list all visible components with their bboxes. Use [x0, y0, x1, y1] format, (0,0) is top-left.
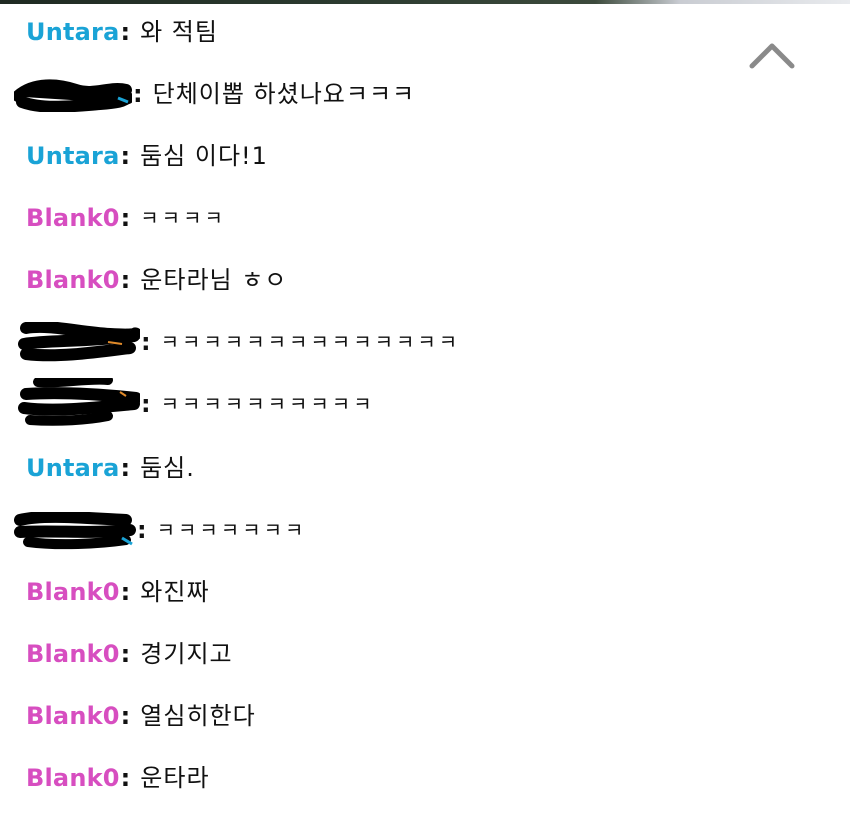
chat-message: Blank0 : 운타라님 ㅎㅇ [26, 262, 287, 298]
colon-separator: : [137, 516, 147, 544]
colon-separator: : [120, 578, 131, 606]
chat-message: Untara : 둠심 이다!1 [26, 138, 268, 174]
chat-message: Blank0 : 운타라 [26, 760, 210, 796]
redaction-scribble [14, 512, 136, 550]
message-text: 둠심 이다!1 [140, 142, 268, 170]
chat-list: Untara : 와 적팀 : 단체이뽑 하셨나요ㅋㅋㅋ Untara : 둠심… [0, 0, 850, 816]
chat-message: : ㅋㅋㅋㅋㅋㅋㅋㅋㅋㅋ [18, 378, 375, 426]
message-text: 둠심. [140, 454, 195, 482]
username[interactable]: Untara [26, 450, 119, 486]
chat-message: Blank0 : 와진짜 [26, 574, 210, 610]
colon-separator: : [120, 266, 131, 294]
colon-separator: : [120, 764, 131, 792]
message-text: 경기지고 [140, 640, 233, 668]
message-text: ㅋㅋㅋㅋ [140, 206, 226, 230]
redaction-scribble [18, 378, 140, 426]
message-text: ㅋㅋㅋㅋㅋㅋㅋ [156, 518, 307, 542]
chat-message: : ㅋㅋㅋㅋㅋㅋㅋ [14, 512, 307, 550]
colon-separator: : [133, 80, 143, 108]
message-text: 와진짜 [140, 578, 210, 606]
username[interactable]: Untara [26, 138, 119, 174]
username[interactable]: Blank0 [26, 698, 120, 734]
message-text: 운타라님 ㅎㅇ [140, 266, 288, 294]
redacted-username [18, 322, 140, 362]
colon-separator: : [141, 390, 151, 418]
colon-separator: : [120, 640, 131, 668]
username[interactable]: Blank0 [26, 574, 120, 610]
message-text: 운타라 [140, 764, 210, 792]
chat-message: Untara : 둠심. [26, 450, 195, 486]
username[interactable]: Blank0 [26, 760, 120, 796]
chat-message: Blank0 : 열심히한다 [26, 698, 256, 734]
colon-separator: : [141, 328, 151, 356]
redacted-username [14, 76, 132, 112]
chat-message: Blank0 : ㅋㅋㅋㅋ [26, 200, 226, 236]
redaction-scribble [14, 79, 132, 112]
chat-message: : 단체이뽑 하셨나요ㅋㅋㅋ [14, 76, 415, 112]
message-text: 열심히한다 [140, 702, 256, 730]
username[interactable]: Blank0 [26, 636, 120, 672]
message-text: ㅋㅋㅋㅋㅋㅋㅋㅋㅋㅋ [160, 392, 375, 416]
username[interactable]: Blank0 [26, 262, 120, 298]
scroll-up-button[interactable] [744, 36, 800, 76]
chevron-up-icon [749, 43, 795, 69]
username[interactable]: Untara [26, 14, 119, 50]
colon-separator: : [120, 142, 131, 170]
message-text: 단체이뽑 하셨나요ㅋㅋㅋ [152, 80, 416, 108]
username[interactable]: Blank0 [26, 200, 120, 236]
message-text: 와 적팀 [140, 18, 218, 46]
chat-message: : ㅋㅋㅋㅋㅋㅋㅋㅋㅋㅋㅋㅋㅋㅋ [18, 322, 461, 362]
redacted-username [14, 512, 136, 550]
colon-separator: : [120, 702, 131, 730]
chat-message: Untara : 와 적팀 [26, 14, 218, 50]
message-text: ㅋㅋㅋㅋㅋㅋㅋㅋㅋㅋㅋㅋㅋㅋ [160, 330, 461, 354]
chat-message: Blank0 : 경기지고 [26, 636, 233, 672]
colon-separator: : [120, 204, 131, 232]
redacted-username [18, 378, 140, 426]
colon-separator: : [120, 454, 131, 482]
colon-separator: : [120, 18, 131, 46]
redaction-scribble [18, 322, 140, 362]
